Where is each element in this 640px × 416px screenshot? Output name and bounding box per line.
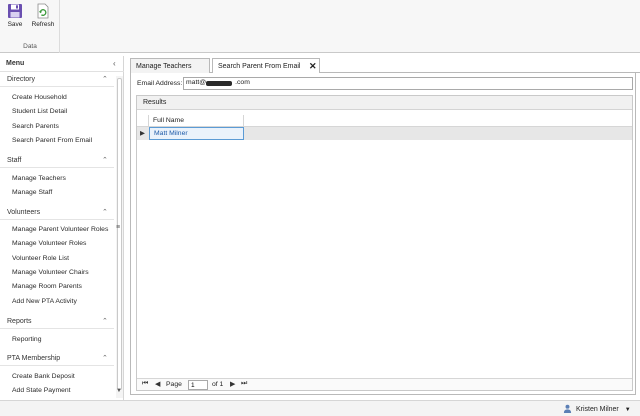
sidebar-item-search-parent-from-email[interactable]: Search Parent From Email — [12, 137, 92, 144]
tab-search-parent-from-email[interactable]: Search Parent From Email ✕ — [212, 58, 320, 74]
sidebar-item-create-bank-deposit[interactable]: Create Bank Deposit — [12, 373, 75, 380]
sidebar-item-manage-room-parents[interactable]: Manage Room Parents — [12, 283, 82, 290]
sidebar-scrollbar[interactable] — [116, 76, 123, 398]
section-header-directory[interactable]: Directory ⌃ — [0, 73, 114, 87]
save-button[interactable]: Save — [2, 2, 28, 34]
sidebar-item-create-household[interactable]: Create Household — [12, 94, 67, 101]
results-header: Results — [137, 96, 632, 110]
sidebar-menu: Menu ‹ Directory ⌃ Create Household Stud… — [0, 56, 124, 400]
last-page-icon[interactable]: ⏭ — [241, 380, 247, 388]
email-value-prefix: matt@ — [186, 79, 207, 86]
splitter-grip-icon[interactable]: ≡ — [116, 224, 120, 231]
section-header-pta-membership[interactable]: PTA Membership ⌃ — [0, 352, 114, 366]
chevron-up-icon: ⌃ — [102, 209, 108, 216]
section-title: Reports — [7, 318, 32, 325]
sidebar-item-reporting[interactable]: Reporting — [12, 336, 41, 343]
next-page-icon[interactable]: ▶ — [230, 380, 235, 388]
section-title: Volunteers — [7, 209, 41, 216]
tab-manage-teachers[interactable]: Manage Teachers — [130, 58, 210, 73]
ribbon-group-label: Data — [23, 43, 37, 50]
user-icon — [563, 404, 572, 413]
row-indicator-header — [137, 115, 149, 127]
section-title: Directory — [7, 76, 36, 83]
collapse-sidebar-icon[interactable]: ‹ — [113, 59, 116, 68]
ribbon: Save Refresh Data — [0, 0, 640, 53]
sidebar-item-add-state-payment[interactable]: Add State Payment — [12, 387, 71, 394]
email-value-suffix: .com — [235, 79, 250, 86]
refresh-label: Refresh — [31, 21, 55, 28]
tab-strip: Manage Teachers Search Parent From Email… — [130, 58, 640, 74]
refresh-button[interactable]: Refresh — [28, 2, 58, 34]
scroll-down-icon[interactable]: ▼ — [116, 388, 122, 394]
tab-label: Manage Teachers — [136, 63, 192, 70]
sidebar-item-add-new-pta-activity[interactable]: Add New PTA Activity — [12, 298, 77, 305]
save-label: Save — [7, 21, 23, 28]
sidebar-item-manage-volunteer-chairs[interactable]: Manage Volunteer Chairs — [12, 269, 89, 276]
save-icon — [8, 4, 22, 18]
refresh-icon — [37, 3, 49, 19]
chevron-up-icon: ⌃ — [102, 76, 108, 83]
email-label: Email Address: — [137, 80, 183, 87]
section-header-reports[interactable]: Reports ⌃ — [0, 315, 114, 329]
prev-page-icon[interactable]: ◀ — [155, 380, 160, 388]
chevron-down-icon: ▼ — [624, 407, 631, 413]
user-menu[interactable]: Kristen Milner ▼ — [563, 404, 631, 413]
sidebar-item-student-list-detail[interactable]: Student List Detail — [12, 108, 67, 115]
chevron-up-icon: ⌃ — [102, 355, 108, 362]
table-cell-full-name[interactable]: Matt Milner — [149, 127, 244, 140]
sidebar-item-manage-staff[interactable]: Manage Staff — [12, 189, 52, 196]
section-title: PTA Membership — [7, 355, 61, 362]
row-pointer-icon: ▶ — [140, 130, 145, 137]
sidebar-item-volunteer-role-list[interactable]: Volunteer Role List — [12, 255, 69, 262]
sidebar-header: Menu ‹ — [0, 56, 124, 72]
pager: ⏮ ◀ Page of 1 ▶ ⏭ — [137, 378, 632, 390]
chevron-up-icon: ⌃ — [102, 318, 108, 325]
section-header-volunteers[interactable]: Volunteers ⌃ — [0, 206, 114, 220]
page-number-input[interactable] — [188, 380, 208, 390]
grid-header: Full Name — [137, 115, 632, 127]
results-panel: Results Full Name ▶ Matt Milner ⏮ ◀ Page… — [136, 95, 633, 391]
table-row[interactable]: ▶ Matt Milner — [137, 127, 632, 140]
column-header-full-name[interactable]: Full Name — [149, 115, 244, 127]
sidebar-item-manage-teachers[interactable]: Manage Teachers — [12, 175, 66, 182]
ribbon-group-data: Save Refresh Data — [0, 0, 60, 53]
tab-label: Search Parent From Email — [218, 63, 301, 70]
page-label: Page — [166, 381, 182, 388]
user-name: Kristen Milner — [575, 406, 619, 413]
chevron-up-icon: ⌃ — [102, 157, 108, 164]
sidebar-item-manage-parent-volunteer-roles[interactable]: Manage Parent Volunteer Roles — [12, 226, 108, 233]
first-page-icon[interactable]: ⏮ — [142, 380, 148, 388]
section-title: Staff — [7, 157, 22, 164]
page-count-label: of 1 — [212, 381, 224, 388]
redacted-text — [206, 81, 232, 86]
status-bar: Kristen Milner ▼ — [0, 400, 640, 416]
email-field[interactable]: matt@ .com — [183, 77, 633, 90]
sidebar-scrollbar-thumb[interactable] — [117, 78, 122, 390]
section-header-staff[interactable]: Staff ⌃ — [0, 154, 114, 168]
sidebar-item-search-parents[interactable]: Search Parents — [12, 123, 59, 130]
results-title: Results — [143, 99, 167, 106]
sidebar-title: Menu — [6, 60, 25, 67]
search-parent-panel: Email Address: matt@ .com Results Full Na… — [130, 73, 636, 395]
sidebar-item-manage-volunteer-roles[interactable]: Manage Volunteer Roles — [12, 240, 86, 247]
close-tab-icon[interactable]: ✕ — [309, 61, 317, 72]
